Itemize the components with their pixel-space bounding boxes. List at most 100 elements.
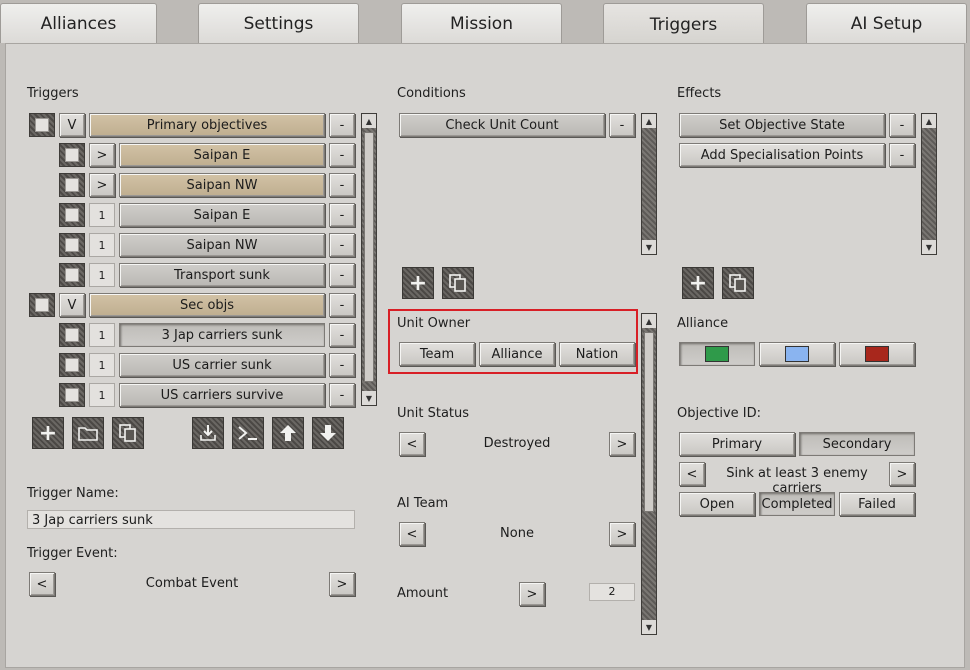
remove-condition-button[interactable]: - (609, 113, 635, 137)
alliance-blue-button[interactable] (759, 342, 835, 366)
trigger-event-prev-button[interactable]: < (29, 572, 55, 596)
tab-settings[interactable]: Settings (198, 3, 359, 43)
remove-effect-button[interactable]: - (889, 113, 915, 137)
scroll-up-icon[interactable]: ▲ (642, 314, 656, 328)
remove-effect-button[interactable]: - (889, 143, 915, 167)
remove-trigger-button[interactable]: - (329, 263, 355, 287)
remove-trigger-button[interactable]: - (329, 233, 355, 257)
tab-ai-setup[interactable]: AI Setup (806, 3, 967, 43)
expand-toggle[interactable]: > (89, 173, 115, 197)
trigger-name-field[interactable]: 3 Jap carriers sunk (27, 510, 355, 529)
remove-trigger-button[interactable]: - (329, 293, 355, 317)
trigger-checkbox[interactable] (29, 113, 55, 137)
objective-prev-button[interactable]: < (679, 462, 705, 486)
trigger-checkbox[interactable] (59, 233, 85, 257)
condition-params-scrollbar[interactable]: ▲ ▼ (641, 313, 657, 635)
amount-field[interactable]: 2 (589, 583, 635, 601)
tab-label: Triggers (649, 14, 718, 35)
alliance-red-button[interactable] (839, 342, 915, 366)
import-icon (200, 425, 216, 441)
move-down-button[interactable] (312, 417, 344, 449)
scroll-down-icon[interactable]: ▼ (642, 240, 656, 254)
effect-item[interactable]: Add Specialisation Points (679, 143, 885, 167)
conditions-scrollbar[interactable]: ▲ ▼ (641, 113, 657, 255)
trigger-item[interactable]: Saipan NW (119, 173, 325, 197)
trigger-item[interactable]: US carriers survive (119, 383, 325, 407)
ai-team-prev-button[interactable]: < (399, 522, 425, 546)
scroll-down-icon[interactable]: ▼ (922, 240, 936, 254)
trigger-item-selected[interactable]: 3 Jap carriers sunk (119, 323, 325, 347)
triggers-heading: Triggers (27, 86, 79, 101)
trigger-item[interactable]: Saipan E (119, 203, 325, 227)
trigger-item[interactable]: Saipan NW (119, 233, 325, 257)
trigger-item[interactable]: Primary objectives (89, 113, 325, 137)
remove-trigger-button[interactable]: - (329, 353, 355, 377)
copy-icon (119, 424, 136, 442)
trigger-checkbox[interactable] (59, 383, 85, 407)
tab-mission[interactable]: Mission (401, 3, 562, 43)
scroll-down-icon[interactable]: ▼ (642, 620, 656, 634)
copy-condition-button[interactable] (442, 267, 474, 299)
trigger-item[interactable]: US carrier sunk (119, 353, 325, 377)
add-trigger-button[interactable]: + (32, 417, 64, 449)
alliance-label: Alliance (677, 316, 729, 331)
scroll-up-icon[interactable]: ▲ (362, 114, 376, 128)
remove-trigger-button[interactable]: - (329, 383, 355, 407)
green-swatch (705, 346, 729, 362)
remove-trigger-button[interactable]: - (329, 113, 355, 137)
scroll-thumb[interactable] (364, 132, 374, 382)
scroll-thumb[interactable] (644, 332, 654, 512)
tab-alliances[interactable]: Alliances (0, 3, 157, 43)
trigger-checkbox[interactable] (59, 263, 85, 287)
blue-swatch (785, 346, 809, 362)
state-open-button[interactable]: Open (679, 492, 755, 516)
ai-team-next-button[interactable]: > (609, 522, 635, 546)
import-button[interactable] (192, 417, 224, 449)
unit-status-prev-button[interactable]: < (399, 432, 425, 456)
state-completed-button[interactable]: Completed (759, 492, 835, 516)
objective-next-button[interactable]: > (889, 462, 915, 486)
add-effect-button[interactable]: + (682, 267, 714, 299)
trigger-item[interactable]: Saipan E (119, 143, 325, 167)
trigger-index: 1 (89, 383, 115, 407)
trigger-event-next-button[interactable]: > (329, 572, 355, 596)
trigger-checkbox[interactable] (59, 353, 85, 377)
remove-trigger-button[interactable]: - (329, 323, 355, 347)
scroll-up-icon[interactable]: ▲ (642, 114, 656, 128)
remove-trigger-button[interactable]: - (329, 143, 355, 167)
expand-toggle[interactable]: V (59, 293, 85, 317)
objective-secondary-button[interactable]: Secondary (799, 432, 915, 456)
trigger-checkbox[interactable] (59, 173, 85, 197)
trigger-checkbox[interactable] (59, 143, 85, 167)
objective-id-label: Objective ID: (677, 406, 761, 421)
expand-toggle[interactable]: > (89, 143, 115, 167)
tab-triggers[interactable]: Triggers (603, 3, 764, 45)
trigger-checkbox[interactable] (59, 203, 85, 227)
script-button[interactable] (232, 417, 264, 449)
trigger-checkbox[interactable] (59, 323, 85, 347)
scroll-up-icon[interactable]: ▲ (922, 114, 936, 128)
triggers-scrollbar[interactable]: ▲ ▼ (361, 113, 377, 406)
scroll-down-icon[interactable]: ▼ (362, 391, 376, 405)
move-up-button[interactable] (272, 417, 304, 449)
objective-primary-button[interactable]: Primary (679, 432, 795, 456)
effects-scrollbar[interactable]: ▲ ▼ (921, 113, 937, 255)
unit-status-next-button[interactable]: > (609, 432, 635, 456)
trigger-index: 1 (89, 323, 115, 347)
state-failed-button[interactable]: Failed (839, 492, 915, 516)
trigger-checkbox[interactable] (29, 293, 55, 317)
copy-effect-button[interactable] (722, 267, 754, 299)
expand-toggle[interactable]: V (59, 113, 85, 137)
alliance-green-button[interactable] (679, 342, 755, 366)
condition-item[interactable]: Check Unit Count (399, 113, 605, 137)
add-folder-button[interactable] (72, 417, 104, 449)
copy-trigger-button[interactable] (112, 417, 144, 449)
amount-next-button[interactable]: > (519, 582, 545, 606)
remove-trigger-button[interactable]: - (329, 203, 355, 227)
effect-item[interactable]: Set Objective State (679, 113, 885, 137)
remove-trigger-button[interactable]: - (329, 173, 355, 197)
add-condition-button[interactable]: + (402, 267, 434, 299)
trigger-item[interactable]: Transport sunk (119, 263, 325, 287)
trigger-item[interactable]: Sec objs (89, 293, 325, 317)
plus-icon: + (408, 270, 428, 296)
